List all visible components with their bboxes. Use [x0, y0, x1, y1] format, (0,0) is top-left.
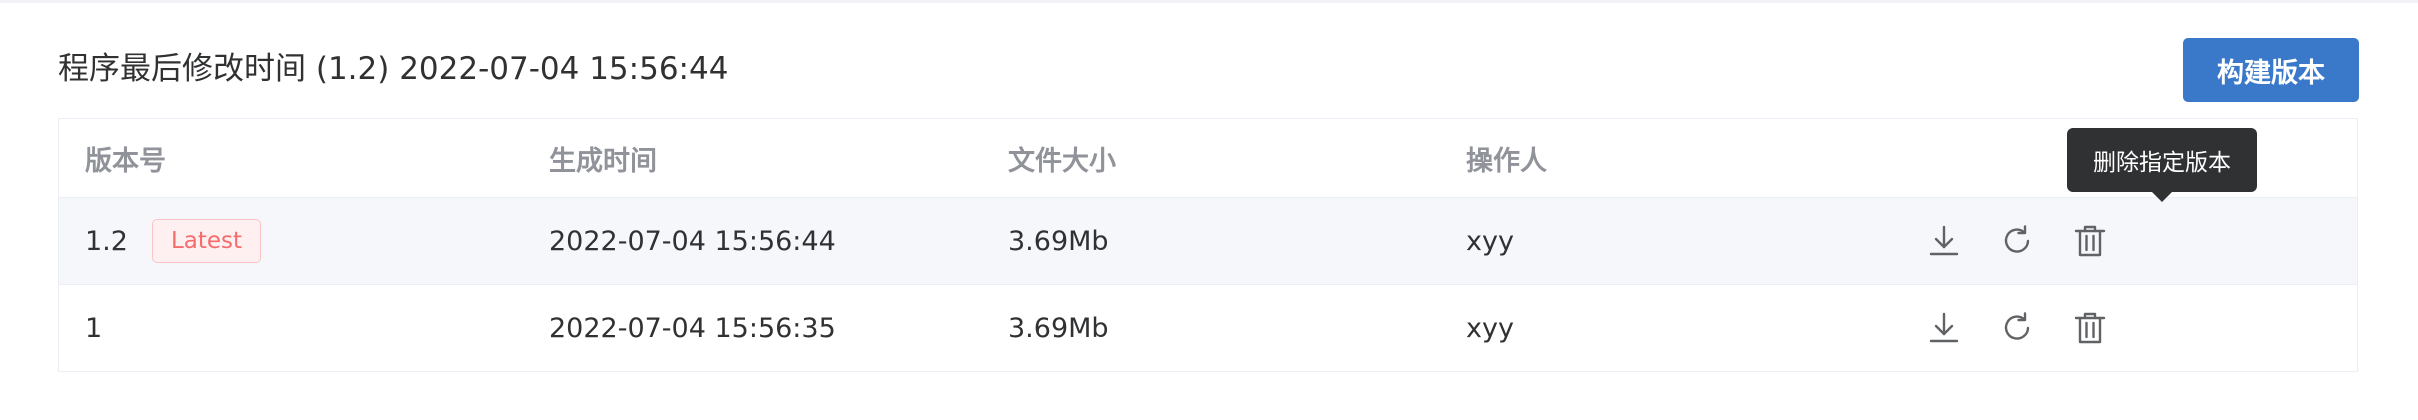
tooltip-arrow: [2152, 192, 2172, 202]
download-icon[interactable]: [1924, 221, 1964, 261]
time-cell: 2022-07-04 15:56:44: [549, 225, 836, 257]
latest-tag: Latest: [151, 219, 262, 263]
operator-cell: xyy: [1466, 225, 1514, 257]
version-number: 1.2: [85, 225, 128, 257]
table-header: 版本号 生成时间 文件大小 操作人: [59, 119, 2357, 198]
size-cell: 3.69Mb: [1008, 312, 1109, 344]
column-header-time: 生成时间: [549, 145, 657, 177]
trash-icon[interactable]: [2070, 221, 2110, 261]
tooltip-text: 删除指定版本: [2093, 150, 2231, 176]
column-header-size: 文件大小: [1008, 145, 1116, 177]
build-version-button[interactable]: 构建版本: [2183, 38, 2359, 102]
operator-cell: xyy: [1466, 312, 1514, 344]
version-cell: 1.2 Latest: [85, 198, 262, 284]
refresh-icon[interactable]: [1997, 308, 2037, 348]
top-divider: [0, 0, 2418, 3]
column-header-operator: 操作人: [1466, 145, 1547, 177]
table-row: 1 2022-07-04 15:56:35 3.69Mb xyy: [59, 285, 2357, 371]
version-table: 版本号 生成时间 文件大小 操作人 1.2 Latest 2022-07-04 …: [58, 118, 2358, 372]
column-header-version: 版本号: [85, 145, 166, 177]
table-row: 1.2 Latest 2022-07-04 15:56:44 3.69Mb xy…: [59, 198, 2357, 285]
time-cell: 2022-07-04 15:56:35: [549, 312, 836, 344]
size-cell: 3.69Mb: [1008, 225, 1109, 257]
trash-icon[interactable]: [2070, 308, 2110, 348]
delete-tooltip: 删除指定版本: [2067, 128, 2257, 202]
download-icon[interactable]: [1924, 308, 1964, 348]
page-title: 程序最后修改时间 (1.2) 2022-07-04 15:56:44: [58, 51, 729, 87]
version-cell: 1: [85, 285, 102, 371]
refresh-icon[interactable]: [1997, 221, 2037, 261]
version-number: 1: [85, 312, 103, 344]
